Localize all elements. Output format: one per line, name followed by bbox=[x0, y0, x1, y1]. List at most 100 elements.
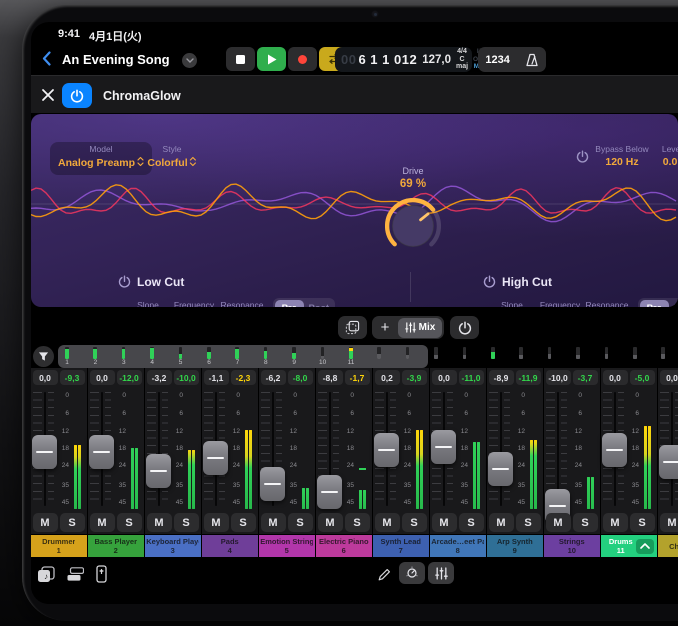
bottom-toolbar: ♪ bbox=[31, 558, 678, 604]
drive-knob[interactable] bbox=[385, 198, 441, 254]
pan-value[interactable]: 0,0 bbox=[432, 370, 457, 385]
pan-value[interactable]: -8,8 bbox=[318, 370, 343, 385]
track-name-tab[interactable]: Chorus V bbox=[658, 535, 678, 557]
metronome-icon[interactable] bbox=[525, 53, 539, 67]
track-name-tab[interactable]: Drummer 1 bbox=[31, 535, 87, 557]
mix-mode-button[interactable]: Mix bbox=[398, 318, 442, 338]
fader-handle[interactable] bbox=[488, 452, 513, 486]
high-cut-title: High Cut bbox=[502, 275, 552, 289]
browser-icon[interactable] bbox=[67, 567, 84, 582]
scale-label: 6 bbox=[509, 410, 525, 417]
pan-value[interactable]: -8,9 bbox=[489, 370, 514, 385]
solo-button[interactable]: S bbox=[345, 513, 370, 532]
mute-button[interactable]: M bbox=[546, 513, 571, 532]
play-button[interactable] bbox=[257, 47, 286, 71]
faders-view-button[interactable] bbox=[428, 562, 454, 584]
mixer-channel-strip: 0,0 -9,3 M S Drummer 1 061218243545 bbox=[31, 368, 87, 557]
pre-option[interactable]: Pre bbox=[640, 300, 670, 308]
close-icon[interactable] bbox=[41, 88, 55, 102]
solo-button[interactable]: S bbox=[459, 513, 484, 532]
back-icon[interactable] bbox=[42, 51, 51, 66]
mute-button[interactable]: M bbox=[603, 513, 628, 532]
pan-value[interactable]: -6,2 bbox=[261, 370, 286, 385]
solo-button[interactable]: S bbox=[60, 513, 85, 532]
scale-label: 45 bbox=[53, 499, 69, 506]
pan-value[interactable]: -1,1 bbox=[204, 370, 229, 385]
post-option[interactable]: Post bbox=[304, 300, 334, 308]
track-name-tab[interactable]: Synth Lead 7 bbox=[373, 535, 429, 557]
high-cut-pre-post-toggle[interactable]: Pre Post bbox=[638, 298, 678, 307]
post-option[interactable]: Post bbox=[669, 300, 678, 308]
low-cut-power-icon[interactable] bbox=[118, 275, 131, 288]
solo-button[interactable]: S bbox=[516, 513, 541, 532]
mute-button[interactable]: M bbox=[261, 513, 286, 532]
scale-label: 18 bbox=[167, 445, 183, 452]
mute-button[interactable]: M bbox=[90, 513, 115, 532]
track-name-tab[interactable]: Bass Player 2 bbox=[88, 535, 144, 557]
solo-button[interactable]: S bbox=[630, 513, 655, 532]
library-icon[interactable]: ♪ bbox=[37, 566, 55, 583]
solo-button[interactable]: S bbox=[573, 513, 598, 532]
record-button[interactable] bbox=[288, 47, 317, 71]
copy-button[interactable] bbox=[338, 316, 367, 339]
scale-label: 6 bbox=[452, 410, 468, 417]
track-number: 3 bbox=[171, 546, 175, 555]
inspector-icon[interactable] bbox=[96, 565, 107, 583]
mute-button[interactable]: M bbox=[33, 513, 58, 532]
knob-view-button[interactable] bbox=[399, 562, 425, 584]
track-name-tab[interactable]: Drums 11 bbox=[601, 535, 657, 557]
lcd-display[interactable]: 00 6 1 1 012 127,0 4/4 C maj IN OUT MIDI bbox=[335, 47, 472, 72]
level-meter-bar bbox=[78, 445, 81, 509]
stop-button[interactable] bbox=[226, 47, 255, 71]
track-name-tab[interactable]: Arp Synth 9 bbox=[487, 535, 543, 557]
track-name-tab[interactable]: Arcade…eet Pad 8 bbox=[430, 535, 486, 557]
solo-button[interactable]: S bbox=[288, 513, 313, 532]
mute-button[interactable]: M bbox=[375, 513, 400, 532]
mute-button[interactable]: M bbox=[204, 513, 229, 532]
level-value[interactable]: 0.0 bbox=[663, 156, 678, 168]
song-title[interactable]: An Evening Song bbox=[62, 52, 170, 67]
mute-button[interactable]: M bbox=[318, 513, 343, 532]
level-meter-bar bbox=[188, 450, 191, 509]
bypass-power-icon[interactable] bbox=[576, 150, 589, 163]
pan-value[interactable]: 0,0 bbox=[33, 370, 58, 385]
pan-value[interactable]: -10,0 bbox=[546, 370, 571, 385]
pan-value[interactable]: 0,0 bbox=[603, 370, 628, 385]
pencil-icon[interactable] bbox=[377, 567, 392, 582]
low-cut-pre-post-toggle[interactable]: Pre Post bbox=[273, 298, 335, 307]
plugin-power-button[interactable] bbox=[62, 83, 92, 108]
expand-channel-button[interactable] bbox=[636, 539, 654, 554]
add-track-button[interactable]: + bbox=[372, 319, 398, 336]
svg-text:♪: ♪ bbox=[44, 572, 48, 581]
track-name-tab[interactable]: Emotion Strings 5 bbox=[259, 535, 315, 557]
pan-value[interactable]: -3,2 bbox=[147, 370, 172, 385]
high-cut-power-icon[interactable] bbox=[483, 275, 496, 288]
pre-option[interactable]: Pre bbox=[275, 300, 305, 308]
mute-button[interactable]: M bbox=[660, 513, 678, 532]
solo-button[interactable]: S bbox=[402, 513, 427, 532]
solo-button[interactable]: S bbox=[117, 513, 142, 532]
mute-button[interactable]: M bbox=[147, 513, 172, 532]
fader-handle[interactable] bbox=[659, 445, 678, 479]
mute-button[interactable]: M bbox=[432, 513, 457, 532]
track-name-tab[interactable]: Electric Piano 6 bbox=[316, 535, 372, 557]
pan-value[interactable]: 0,2 bbox=[375, 370, 400, 385]
track-name: Emotion Strings bbox=[260, 537, 313, 546]
level-value: -9,3 bbox=[60, 370, 85, 385]
playhead-position: 6 1 1 012 bbox=[358, 52, 417, 67]
bypass-below-value[interactable]: 120 Hz bbox=[605, 156, 638, 168]
song-menu-button[interactable] bbox=[182, 53, 197, 68]
mixer-power-button[interactable] bbox=[450, 316, 479, 339]
pan-value[interactable]: 0,0 bbox=[90, 370, 115, 385]
track-name-tab[interactable]: Keyboard Player 3 bbox=[145, 535, 201, 557]
track-name: Arp Synth bbox=[497, 537, 533, 546]
style-select[interactable]: Colorful bbox=[147, 156, 196, 169]
pan-value[interactable]: 0,0 bbox=[660, 370, 678, 385]
mute-button[interactable]: M bbox=[489, 513, 514, 532]
solo-button[interactable]: S bbox=[174, 513, 199, 532]
navigator-strip[interactable]: 1234567891011 bbox=[31, 345, 678, 368]
count-in-button[interactable]: 1234 bbox=[485, 54, 509, 66]
track-name-tab[interactable]: Pads 4 bbox=[202, 535, 258, 557]
track-name-tab[interactable]: Strings 10 bbox=[544, 535, 600, 557]
solo-button[interactable]: S bbox=[231, 513, 256, 532]
